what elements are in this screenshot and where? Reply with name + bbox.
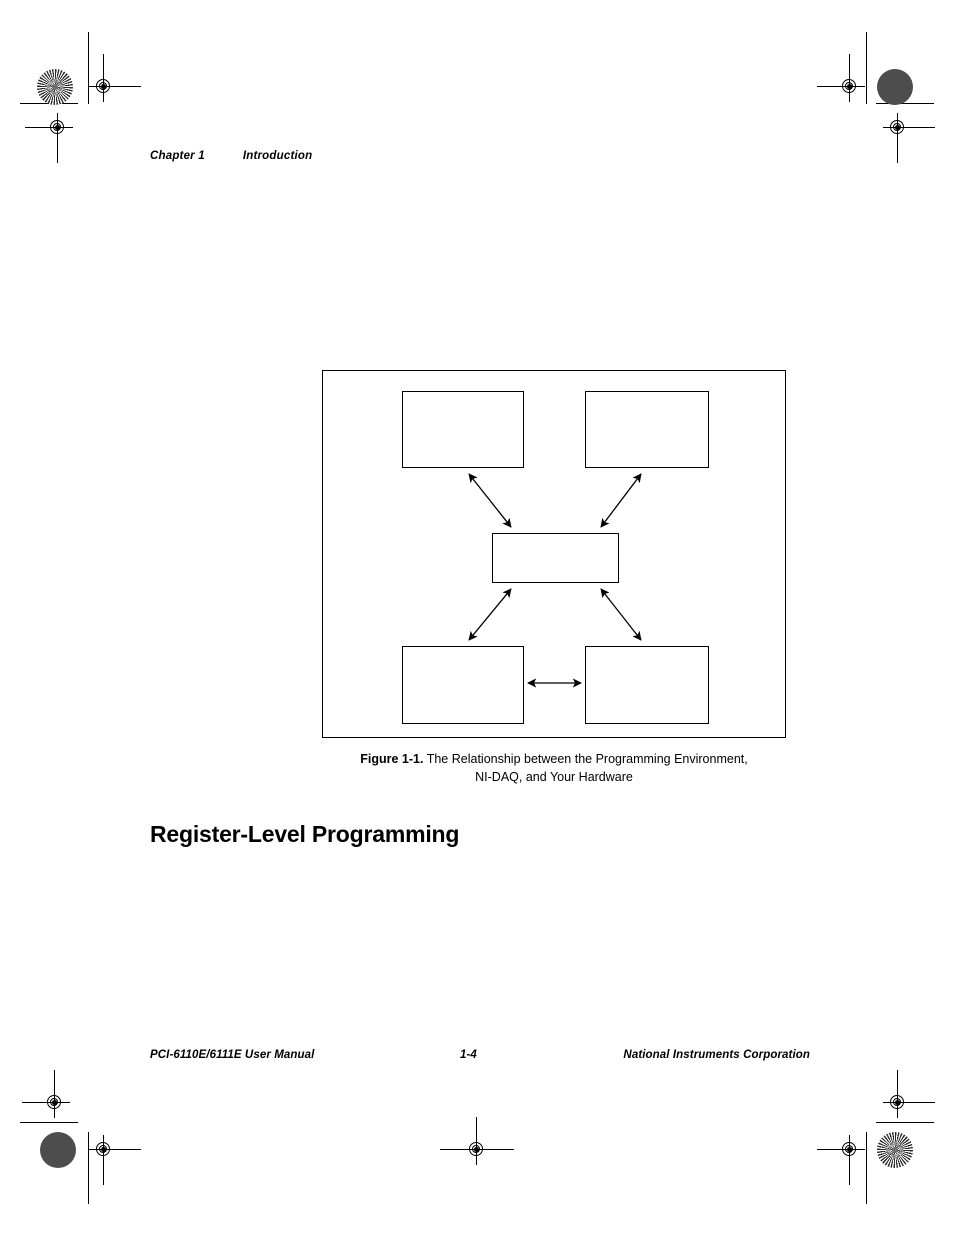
registration-target-bottom-left-inner [22,1070,70,1118]
figure-caption: Figure 1-1. The Relationship between the… [322,750,786,786]
figure-box-top-right [585,391,709,468]
crosshair-horizontal [25,127,73,128]
trim-line-bottom-left-horizontal [20,1122,78,1123]
halftone-star-patch-top-left [37,69,73,105]
footer-company-name: National Instruments Corporation [623,1049,810,1061]
target-center-dot [52,1100,57,1105]
running-head-title: Introduction [242,150,313,162]
registration-target-bottom-right-inner [883,1070,935,1118]
trim-line-top-right-vertical [866,32,867,104]
crosshair-vertical [897,1070,898,1118]
running-head: Chapter 1 Introduction [150,150,312,162]
halftone-star-patch-bottom-right [877,1132,913,1168]
connector-top-right-to-center [600,473,642,528]
registration-target-top-right-outer [817,54,865,102]
figure-box-top-left [402,391,524,468]
crosshair-vertical [54,1070,55,1118]
solid-density-patch-top-right [877,69,913,105]
footer-manual-title: PCI-6110E/6111E User Manual [150,1049,315,1061]
document-page: Chapter 1 Introduction Figure 1-1. The R… [0,0,954,1235]
trim-line-bottom-right-horizontal [876,1122,934,1123]
figure-caption-label: Figure 1-1. [360,752,424,766]
trim-line-bottom-right-vertical [866,1132,867,1204]
target-center-dot [55,125,60,130]
registration-target-top-right-inner [883,113,935,163]
connector-bottom-left-to-center [468,588,512,641]
crosshair-horizontal [817,1149,865,1150]
running-head-chapter: Chapter 1 [150,150,205,162]
crosshair-vertical [103,54,104,102]
figure-caption-text-line2: NI-DAQ, and Your Hardware [475,770,633,785]
page-title: Register-Level Programming [150,821,460,848]
figure-box-bottom-left [402,646,524,724]
figure-box-bottom-right [585,646,709,724]
target-center-dot [474,1147,479,1152]
crosshair-vertical [849,54,850,102]
registration-target-bottom-center [440,1117,514,1165]
footer-page-number: 1-4 [460,1049,477,1061]
target-center-dot [847,1147,852,1152]
trim-line-top-right-horizontal [876,103,934,104]
registration-target-bottom-left-outer [89,1135,141,1185]
registration-target-top-left-inner [25,113,73,163]
target-center-dot [101,84,106,89]
crosshair-vertical [476,1117,477,1165]
target-center-dot [847,84,852,89]
target-center-dot [895,125,900,130]
registration-target-top-left-outer [89,54,141,102]
target-center-dot [101,1147,106,1152]
crosshair-horizontal [817,86,865,87]
connector-top-left-to-center [468,473,512,528]
registration-target-bottom-right-outer [817,1135,865,1185]
solid-density-patch-bottom-left [40,1132,76,1168]
connector-bottom-right-to-center [600,588,642,641]
figure-caption-text: The Relationship between the Programming… [426,752,748,766]
crosshair-horizontal [22,1102,70,1103]
figure-box-center [492,533,619,583]
target-center-dot [895,1100,900,1105]
figure-frame [322,370,786,738]
